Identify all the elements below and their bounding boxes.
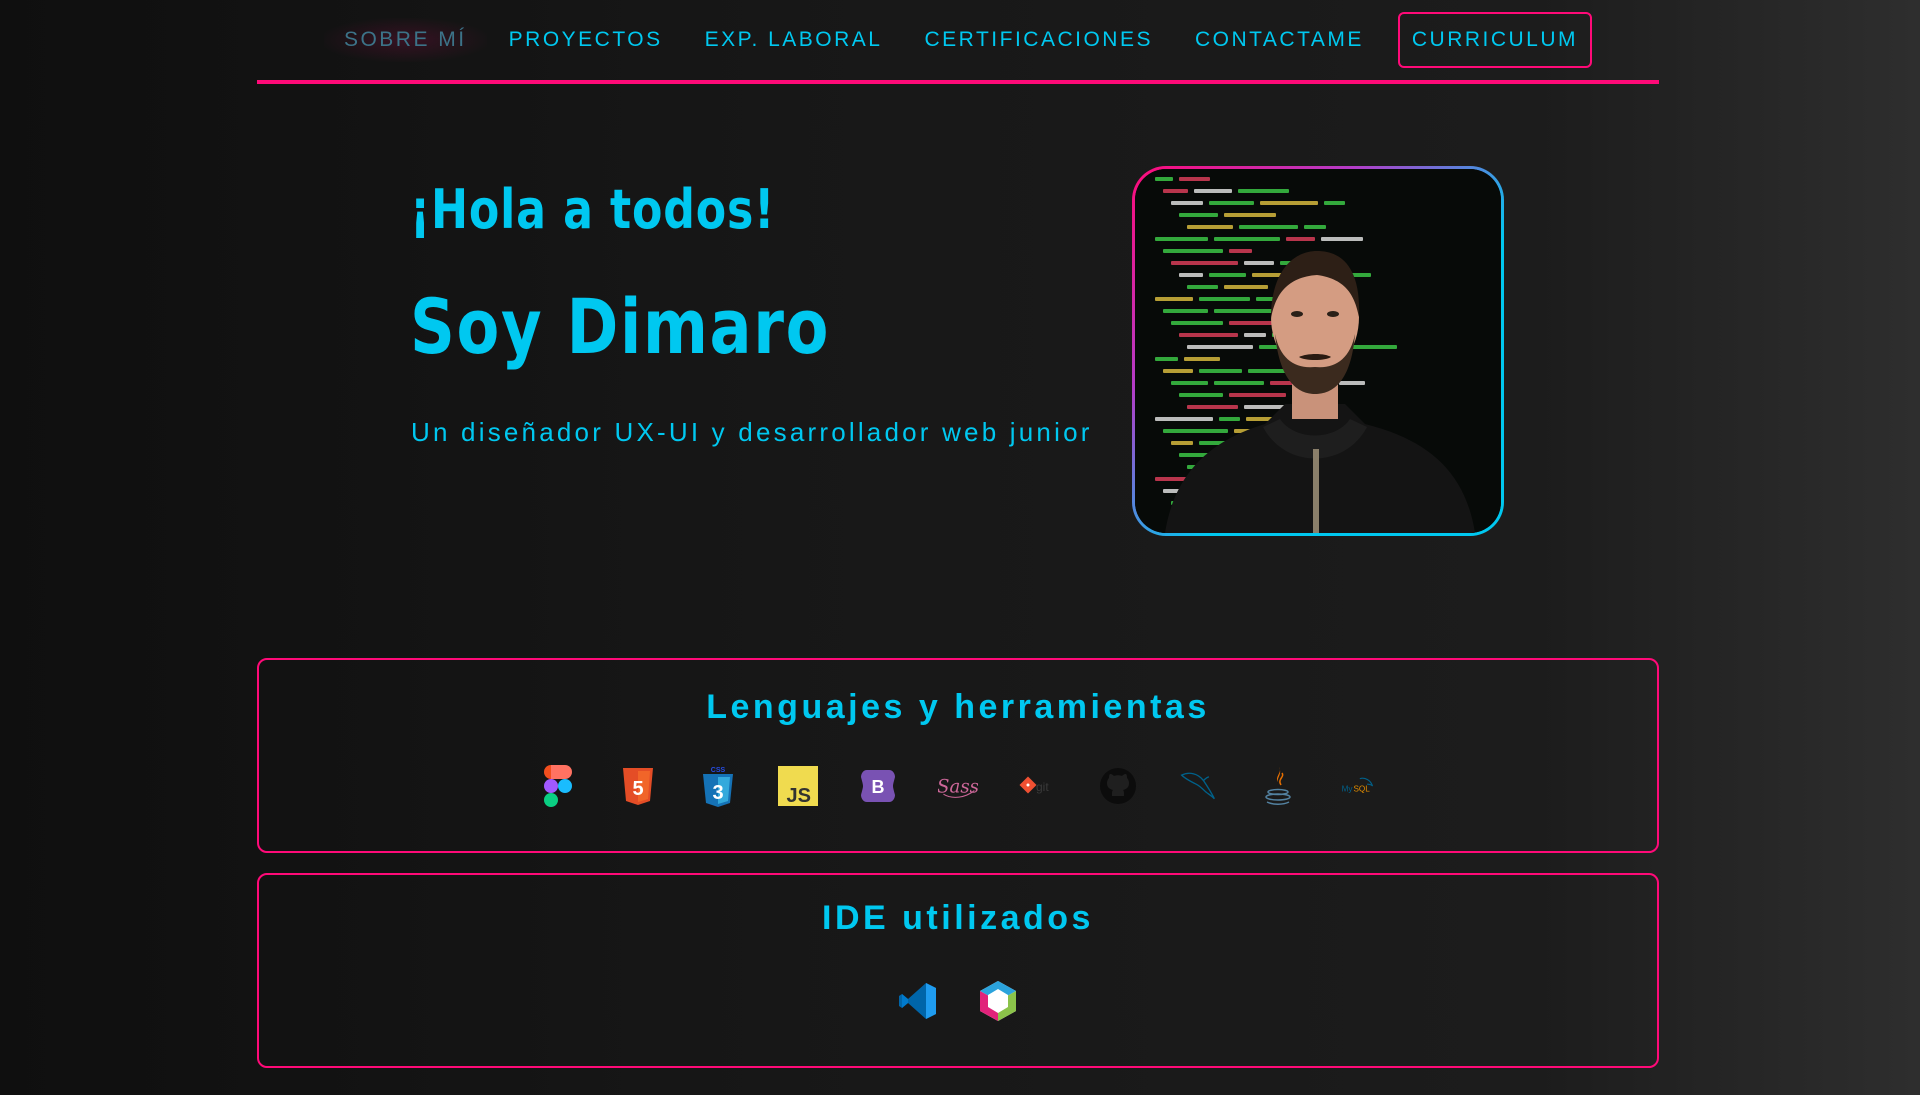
code-line — [1171, 261, 1238, 265]
hero-name: Soy Dimaro — [410, 282, 831, 371]
curriculum-button[interactable]: CURRICULUM — [1397, 12, 1593, 68]
profile-photo-image — [1135, 169, 1501, 533]
code-line — [1214, 237, 1280, 241]
code-line — [1229, 393, 1286, 397]
code-line — [1219, 417, 1240, 421]
javascript-icon: JS — [778, 764, 818, 808]
code-line — [1184, 357, 1220, 361]
svg-text:3: 3 — [712, 782, 723, 804]
portfolio-page: SOBRE MÍ PROYECTOS EXP. LABORAL CERTIFIC… — [0, 0, 1920, 1095]
code-line — [1155, 357, 1178, 361]
figma-icon — [538, 764, 578, 808]
code-line — [1155, 177, 1173, 181]
nav-item-exp-laboral[interactable]: EXP. LABORAL — [685, 18, 903, 62]
code-line — [1171, 381, 1208, 385]
ide-card: IDE utilizados — [257, 873, 1659, 1068]
code-line — [1187, 225, 1233, 229]
code-line — [1224, 213, 1276, 217]
code-line — [1321, 237, 1363, 241]
code-line — [1199, 369, 1242, 373]
netbeans-icon — [978, 979, 1018, 1023]
profile-photo-illustration — [1135, 169, 1501, 533]
code-line — [1324, 201, 1345, 205]
code-line — [1187, 285, 1218, 289]
code-line — [1260, 201, 1318, 205]
svg-text:git: git — [1036, 780, 1049, 794]
code-line — [1155, 237, 1208, 241]
code-line — [1224, 285, 1268, 289]
ide-title: IDE utilizados — [822, 899, 1094, 937]
code-line — [1171, 201, 1203, 205]
git-icon: git — [1018, 764, 1058, 808]
svg-text:JS: JS — [787, 785, 811, 806]
code-line — [1286, 237, 1315, 241]
code-line — [1163, 249, 1223, 253]
code-line — [1244, 333, 1266, 337]
sass-icon: Sass — [938, 764, 978, 808]
skills-title: Lenguajes y herramientas — [706, 688, 1210, 726]
bootstrap-icon: B — [858, 764, 898, 808]
code-line — [1163, 369, 1193, 373]
code-line — [1155, 297, 1193, 301]
code-line — [1214, 381, 1264, 385]
mysql-dolphin-icon — [1178, 764, 1218, 808]
mysql-icon: My SQL — [1338, 764, 1378, 808]
vscode-icon — [898, 979, 938, 1023]
code-line — [1187, 405, 1238, 409]
code-line — [1163, 429, 1228, 433]
code-line — [1214, 309, 1272, 313]
svg-text:5: 5 — [632, 778, 643, 800]
css3-icon: CSS 3 — [698, 764, 738, 808]
code-line — [1229, 249, 1252, 253]
code-line — [1304, 225, 1326, 229]
svg-text:B: B — [872, 777, 885, 797]
nav-item-sobre-mi[interactable]: SOBRE MÍ — [323, 18, 487, 62]
code-line — [1238, 189, 1289, 193]
svg-text:My: My — [1342, 784, 1354, 793]
code-line — [1179, 453, 1208, 457]
nav-item-contactame[interactable]: CONTACTAME — [1175, 18, 1384, 62]
code-line — [1179, 393, 1223, 397]
java-icon — [1258, 764, 1298, 808]
code-line — [1187, 345, 1253, 349]
code-line — [1209, 273, 1246, 277]
code-line — [1199, 297, 1250, 301]
code-line — [1155, 417, 1213, 421]
code-line — [1179, 177, 1210, 181]
main-nav: SOBRE MÍ PROYECTOS EXP. LABORAL CERTIFIC… — [257, 0, 1659, 84]
code-line — [1239, 225, 1298, 229]
code-line — [1171, 441, 1193, 445]
code-line — [1209, 201, 1254, 205]
github-icon — [1098, 764, 1138, 808]
code-line — [1171, 321, 1223, 325]
svg-text:SQL: SQL — [1353, 784, 1370, 793]
code-line — [1179, 273, 1203, 277]
code-line — [1194, 189, 1232, 193]
hero-subtitle: Un diseñador UX-UI y desarrollador web j… — [411, 417, 1093, 447]
code-line — [1163, 309, 1208, 313]
svg-text:CSS: CSS — [711, 767, 726, 774]
hero-greeting: ¡Hola a todos! — [410, 178, 776, 241]
code-line — [1339, 381, 1365, 385]
html5-icon: 5 — [618, 764, 658, 808]
nav-item-certificaciones[interactable]: CERTIFICACIONES — [905, 18, 1173, 62]
code-line — [1179, 213, 1218, 217]
skills-icon-row: 5 CSS 3 JS B Sass git My SQL — [259, 764, 1657, 808]
nav-item-proyectos[interactable]: PROYECTOS — [489, 18, 683, 62]
code-line — [1163, 189, 1188, 193]
profile-photo — [1132, 166, 1504, 536]
skills-card: Lenguajes y herramientas 5 CSS 3 JS B Sas… — [257, 658, 1659, 853]
ide-icon-row — [259, 979, 1657, 1023]
code-line — [1244, 261, 1274, 265]
code-line — [1179, 333, 1238, 337]
